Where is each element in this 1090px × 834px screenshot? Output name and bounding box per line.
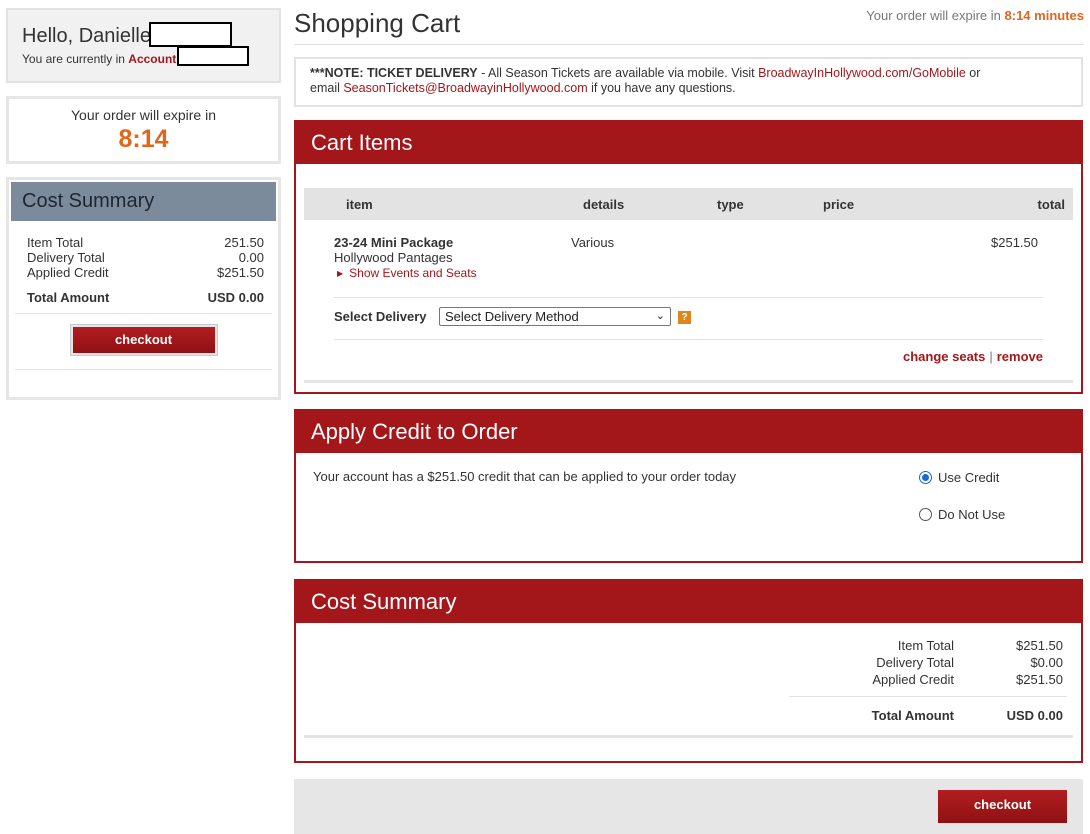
sidebar-summary-total: Total Amount USD 0.00 [27, 290, 264, 313]
note-text: or [965, 66, 981, 80]
summary-total-value: USD 0.00 [1006, 708, 1063, 723]
redaction-box-name [149, 22, 232, 47]
row-value: $251.50 [217, 265, 264, 280]
note-text: if you have any questions. [587, 81, 736, 95]
redaction-box-account [177, 46, 249, 66]
summary-total-label: Total Amount [871, 708, 954, 723]
delivery-method-select[interactable]: Select Delivery Method ⌄ [439, 307, 671, 326]
row-label: Item Total [27, 235, 84, 250]
item-venue: Hollywood Pantages [334, 250, 453, 265]
sidebar-timer: Your order will expire in 8:14 [6, 96, 281, 164]
apply-credit-title: Apply Credit to Order [296, 411, 1081, 453]
summary-row-label: Item Total [897, 638, 954, 653]
checkout-footer: checkout [294, 779, 1083, 834]
divider [304, 380, 1073, 383]
delivery-method-value: Select Delivery Method [445, 309, 579, 324]
col-total: total [1037, 197, 1065, 212]
apply-credit-panel: Apply Credit to Order Your account has a… [294, 409, 1083, 563]
sidebar-checkout-button[interactable]: checkout [69, 324, 218, 356]
sidebar-summary-row: Delivery Total 0.00 [27, 250, 264, 265]
do-not-use-radio[interactable] [919, 508, 932, 521]
sidebar-summary-row: Applied Credit $251.50 [27, 265, 264, 280]
col-type: type [717, 197, 744, 212]
account-context-prefix: You are currently in [22, 52, 125, 66]
item-name: 23-24 Mini Package [334, 235, 454, 250]
page-title: Shopping Cart [294, 8, 461, 38]
show-events-link[interactable]: ▶ Show Events and Seats [337, 266, 477, 280]
divider [15, 369, 272, 370]
use-credit-radio[interactable] [919, 471, 932, 484]
sidebar-timer-value: 8:14 [118, 125, 169, 153]
row-value: 0.00 [238, 250, 264, 265]
summary-row-value: $251.50 [1016, 672, 1063, 687]
col-item: item [346, 197, 373, 212]
item-total: $251.50 [991, 235, 1038, 250]
summary-row-label: Delivery Total [876, 655, 954, 670]
cart-items-panel: Cart Items item details type price total… [294, 120, 1083, 394]
header-timer: Your order will expire in 8:14 minutes [866, 8, 1084, 23]
col-details: details [583, 197, 625, 212]
caret-right-icon: ▶ [337, 269, 344, 278]
note-text: email [310, 81, 344, 95]
cart-actions: change seats | remove [903, 349, 1043, 364]
total-label: Total Amount [27, 290, 110, 305]
help-icon[interactable]: ? [678, 311, 691, 324]
sidebar-summary-row: Item Total 251.50 [27, 235, 264, 250]
row-value: 251.50 [224, 235, 264, 250]
divider [294, 44, 1084, 45]
delivery-label: Select Delivery [334, 309, 427, 324]
divider [304, 735, 1073, 738]
delivery-note: ***NOTE: TICKET DELIVERY - All Season Ti… [294, 57, 1083, 107]
sidebar-timer-label: Your order will expire in [71, 107, 216, 123]
summary-row-label: Applied Credit [872, 672, 954, 687]
cart-items-title: Cart Items [296, 122, 1081, 164]
header-timer-value: 8:14 minutes [1004, 8, 1084, 23]
show-events-label: Show Events and Seats [349, 266, 477, 280]
note-lead: ***NOTE: TICKET DELIVERY [310, 66, 478, 80]
summary-row-value: $0.00 [1030, 655, 1063, 670]
cart-table-header: item details type price total [304, 188, 1073, 220]
chevron-down-icon: ⌄ [655, 310, 665, 322]
row-label: Delivery Total [27, 250, 105, 265]
credit-message: Your account has a $251.50 credit that c… [313, 469, 737, 484]
table-row: 23-24 Mini Package Hollywood Pantages ▶ S… [296, 220, 1081, 296]
cost-summary-panel: Cost Summary Item Total $251.50 Delivery… [294, 579, 1083, 763]
separator: | [989, 349, 993, 364]
summary-row-value: $251.50 [1016, 638, 1063, 653]
cost-summary-title: Cost Summary [296, 581, 1081, 623]
checkout-button[interactable]: checkout [938, 790, 1067, 823]
change-seats-link[interactable]: change seats [903, 349, 985, 364]
gomobile-link[interactable]: BroadwayInHollywood.com/GoMobile [758, 66, 966, 80]
header-timer-prefix: Your order will expire in [866, 8, 1001, 23]
item-details: Various [571, 235, 615, 250]
divider [334, 297, 1043, 298]
remove-link[interactable]: remove [997, 349, 1043, 364]
sidebar-summary-title: Cost Summary [11, 182, 276, 221]
divider [789, 696, 1067, 697]
account-link[interactable]: Account [128, 52, 176, 66]
note-text: - All Season Tickets are available via m… [477, 66, 759, 80]
do-not-use-label: Do Not Use [938, 507, 1006, 522]
use-credit-label: Use Credit [938, 470, 1000, 485]
total-value: USD 0.00 [207, 290, 264, 305]
divider [334, 339, 1043, 340]
do-not-use-option[interactable]: Do Not Use [919, 507, 1005, 522]
col-price: price [823, 197, 855, 212]
sidebar-cost-summary: Cost Summary Item Total 251.50 Delivery … [6, 177, 281, 400]
email-link[interactable]: SeasonTickets@BroadwayinHollywood.com [343, 81, 587, 95]
row-label: Applied Credit [27, 265, 109, 280]
use-credit-option[interactable]: Use Credit [919, 470, 999, 485]
